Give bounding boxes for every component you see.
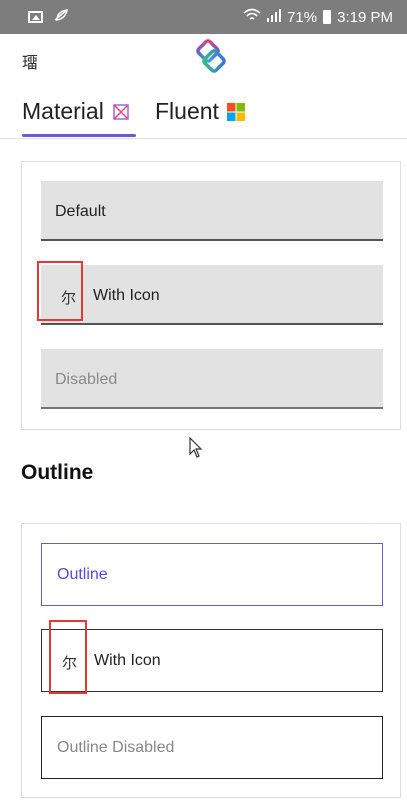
with-icon-text-field[interactable]: 尔 With Icon [41,265,383,325]
default-field-placeholder: Default [55,203,106,220]
leaf-notification-icon [53,8,69,26]
tab-material-label: Material [22,98,104,124]
status-bar: 71% 3:19 PM [0,0,407,34]
signal-icon [267,8,282,26]
menu-icon[interactable]: 璢 [22,49,38,73]
outline-text-field[interactable]: Outline [41,543,383,606]
clock-time: 3:19 PM [337,8,393,26]
selected-tab-indicator [22,134,136,137]
outline-with-icon-text-field[interactable]: 尔 With Icon [41,629,383,692]
icon-highlight-box-filled [37,261,83,321]
battery-percent: 71% [287,8,318,26]
with-icon-field-placeholder: With Icon [93,287,160,304]
icon-highlight-box-outline [49,620,87,694]
disabled-field-placeholder: Disabled [55,371,118,388]
app-logo-icon [196,39,226,73]
outline-disabled-placeholder: Outline Disabled [57,739,175,756]
tab-bar: Material Fluent [0,90,407,139]
outline-disabled-text-field: Outline Disabled [41,716,383,779]
material-logo-icon [113,103,129,120]
tab-fluent-label: Fluent [155,98,219,124]
app-bar: 璢 [0,34,407,86]
image-notification-icon [28,11,43,23]
mouse-cursor-icon [189,437,203,458]
battery-icon [323,10,332,24]
tab-fluent[interactable]: Fluent [155,98,245,125]
outline-field-placeholder: Outline [57,566,108,583]
outline-with-icon-placeholder: With Icon [94,652,161,669]
outline-section-title: Outline [21,461,94,484]
wifi-icon [243,8,261,26]
disabled-text-field: Disabled [41,349,383,409]
default-text-field[interactable]: Default [41,181,383,241]
microsoft-logo-icon [226,102,245,121]
tab-material[interactable]: Material [22,98,130,125]
